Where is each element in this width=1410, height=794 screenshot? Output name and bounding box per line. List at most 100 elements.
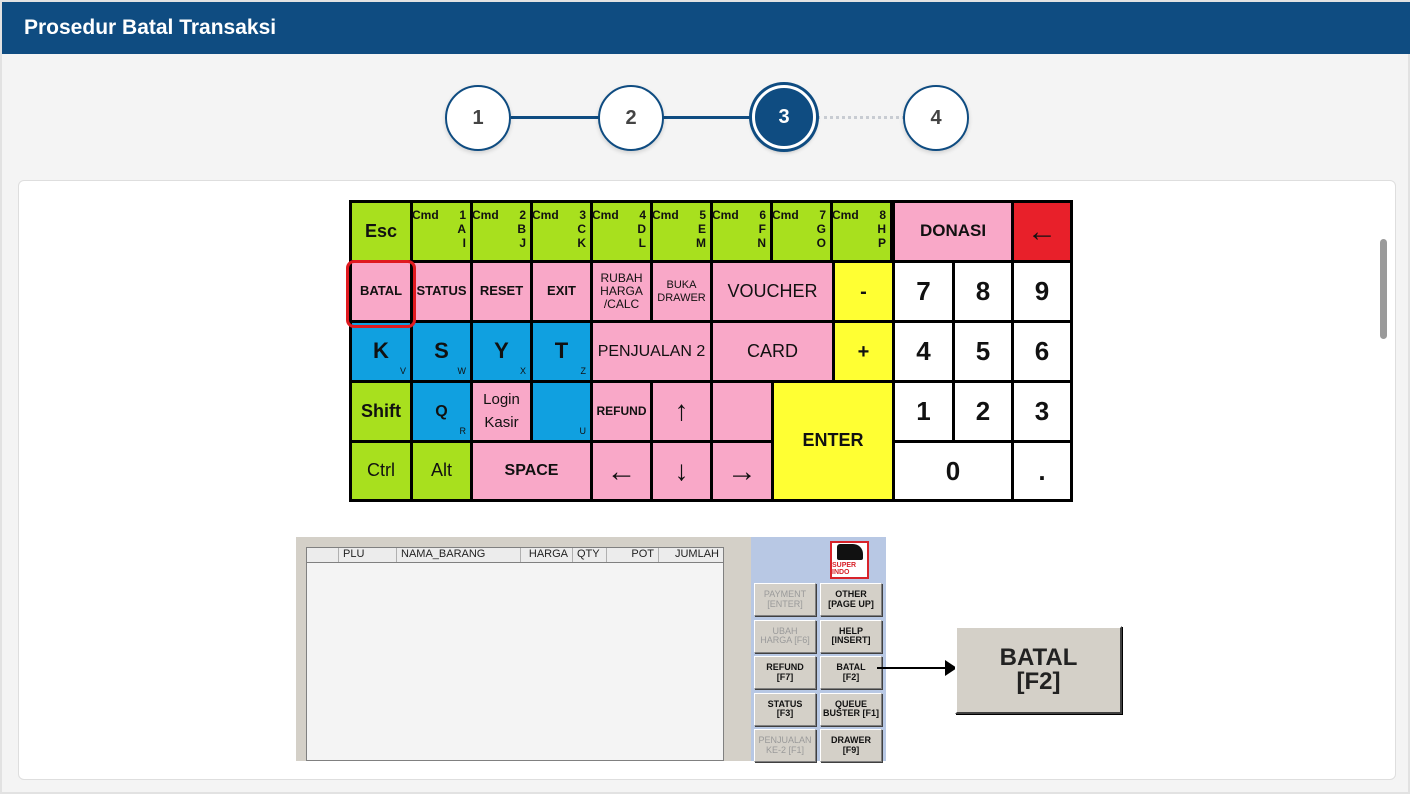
key-donasi: DONASI <box>895 203 1011 260</box>
key-login-kasir: Login Kasir <box>473 383 530 440</box>
key-6: 6 <box>1014 323 1070 380</box>
cmd-label: Cmd <box>652 208 679 222</box>
key-3: 3 <box>1014 383 1070 440</box>
pos-button-key: [ENTER] <box>767 598 803 609</box>
key-shift: Shift <box>352 383 410 440</box>
key-k-label: K <box>373 338 389 364</box>
pos-button-key: [F7] <box>776 671 794 682</box>
cmd-number: 7 <box>819 208 826 222</box>
pos-screen: PLU NAMA_BARANG HARGA QTY POT JUMLAH SUP… <box>296 537 886 762</box>
pos-button-batal[interactable]: BATAL [F2] <box>820 656 882 689</box>
col-jumlah: JUMLAH <box>674 548 719 560</box>
cmd-number: 6 <box>759 208 766 222</box>
keyboard-diagram: Esc Cmd 1 A I Cmd 2 B J Cmd 3 C K Cmd 4 D L Cmd 5 E M Cmd 6 F N… <box>349 200 1073 502</box>
header-bar: Prosedur Batal Transaksi <box>2 2 1410 54</box>
cmd-label: Cmd <box>832 208 859 222</box>
key-s: SW <box>413 323 470 380</box>
key-t-label: T <box>554 338 569 364</box>
key-exit: EXIT <box>533 263 590 320</box>
batal-f2-zoom-button: BATAL [F2] <box>955 626 1122 714</box>
key-k-sub: V <box>399 366 406 377</box>
pos-button-penjualan[interactable]: PENJUALAN KE-2 [F1] <box>754 729 816 762</box>
pos-button-drawer[interactable]: DRAWER [F9] <box>820 729 882 762</box>
pos-button-other[interactable]: OTHER [PAGE UP] <box>820 583 882 616</box>
stepper: 1 2 3 4 <box>2 82 1410 154</box>
key-reset: RESET <box>473 263 530 320</box>
cmd-letter-1: G <box>816 221 826 236</box>
cmd-letter-1: H <box>877 221 886 236</box>
key-alt: Alt <box>413 443 470 499</box>
key-t: TZ <box>533 323 590 380</box>
page-title: Prosedur Batal Transaksi <box>24 16 277 39</box>
cmd-label: Cmd <box>592 208 619 222</box>
cmd-label: Cmd <box>712 208 739 222</box>
step-2[interactable]: 2 <box>598 85 664 151</box>
key-space: SPACE <box>473 443 590 499</box>
col-pot: POT <box>607 548 659 562</box>
cmd-number: 2 <box>519 208 526 222</box>
key-s-sub: W <box>457 366 467 377</box>
key-5: 5 <box>955 323 1011 380</box>
key-q-sub: R <box>459 426 467 437</box>
key-7: 7 <box>895 263 952 320</box>
col-plu: PLU <box>339 548 397 562</box>
cmd-label: Cmd <box>472 208 499 222</box>
step-1[interactable]: 1 <box>445 85 511 151</box>
cmd-number: 5 <box>699 208 706 222</box>
key-cmd-4: Cmd 4 D L <box>592 203 650 260</box>
scrollbar-thumb[interactable] <box>1380 239 1387 339</box>
key-t-sub: Z <box>580 366 587 377</box>
cmd-letter-1: B <box>517 221 526 236</box>
key-penjualan-2: PENJUALAN 2 <box>593 323 710 380</box>
pos-button-key: [F3] <box>776 708 794 718</box>
pos-button-ubah[interactable]: UBAH HARGA [F6] <box>754 619 816 653</box>
cmd-number: 3 <box>579 208 586 222</box>
cmd-letter-2: I <box>462 235 466 250</box>
step-connector-3-4 <box>817 116 905 119</box>
key-cmd-1: Cmd 1 A I <box>412 203 470 260</box>
key-left-arrow-icon: ← <box>593 443 650 499</box>
cmd-letter-1: C <box>577 221 586 236</box>
pos-button-key: [PAGE UP] <box>828 598 874 609</box>
grid-header: PLU NAMA_BARANG HARGA QTY POT JUMLAH <box>307 548 723 563</box>
cmd-letter-1: F <box>758 221 766 236</box>
key-cmd-7: Cmd 7 G O <box>772 203 830 260</box>
content-card: Esc Cmd 1 A I Cmd 2 B J Cmd 3 C K Cmd 4 D L Cmd 5 E M Cmd 6 F N… <box>18 180 1396 780</box>
key-enter: ENTER <box>774 383 892 499</box>
key-up-arrow-icon: ↑ <box>653 383 710 440</box>
step-3-active[interactable]: 3 <box>752 85 816 149</box>
pos-button-queue[interactable]: QUEUE BUSTER [F1] <box>820 692 882 726</box>
cmd-number: 8 <box>879 208 886 222</box>
pos-button-key: HARGA [F6] <box>760 635 810 645</box>
key-right-arrow-icon: → <box>713 443 771 499</box>
pos-button-status[interactable]: STATUS [F3] <box>754 692 816 726</box>
step-4[interactable]: 4 <box>903 85 969 151</box>
cmd-letter-2: J <box>519 235 526 250</box>
pos-button-key: KE-2 [F1] <box>765 744 804 755</box>
pos-button-panel: SUPER INDO PAYMENT [ENTER] OTHER [PAGE UP] U… <box>751 537 886 762</box>
cmd-label: Cmd <box>532 208 559 222</box>
cmd-letter-1: E <box>697 221 706 236</box>
key-blank <box>713 383 771 440</box>
key-2: 2 <box>955 383 1011 440</box>
key-1: 1 <box>895 383 952 440</box>
key-q: QR <box>413 383 470 440</box>
pos-button-payment[interactable]: PAYMENT [ENTER] <box>754 583 816 616</box>
key-card: CARD <box>713 323 832 380</box>
key-ctrl: Ctrl <box>352 443 410 499</box>
pos-button-key: [INSERT] <box>831 635 871 645</box>
pos-button-key: [F2] <box>842 671 860 682</box>
key-backspace-arrow-icon: ← <box>1014 203 1070 260</box>
batal-highlight-ring <box>346 260 416 328</box>
key-cmd-3: Cmd 3 C K <box>532 203 590 260</box>
pos-button-refund[interactable]: REFUND [F7] <box>754 656 816 689</box>
pos-button-help[interactable]: HELP [INSERT] <box>820 619 882 653</box>
transaction-grid: PLU NAMA_BARANG HARGA QTY POT JUMLAH <box>306 547 724 761</box>
pos-button-key: BUSTER [F1] <box>823 708 879 718</box>
key-4: 4 <box>895 323 952 380</box>
col-nama-barang: NAMA_BARANG <box>397 548 521 562</box>
key-minus: - <box>835 263 892 320</box>
pointer-arrow-line <box>877 667 947 669</box>
cmd-letter-2: K <box>577 235 586 250</box>
col-qty: QTY <box>573 548 607 562</box>
